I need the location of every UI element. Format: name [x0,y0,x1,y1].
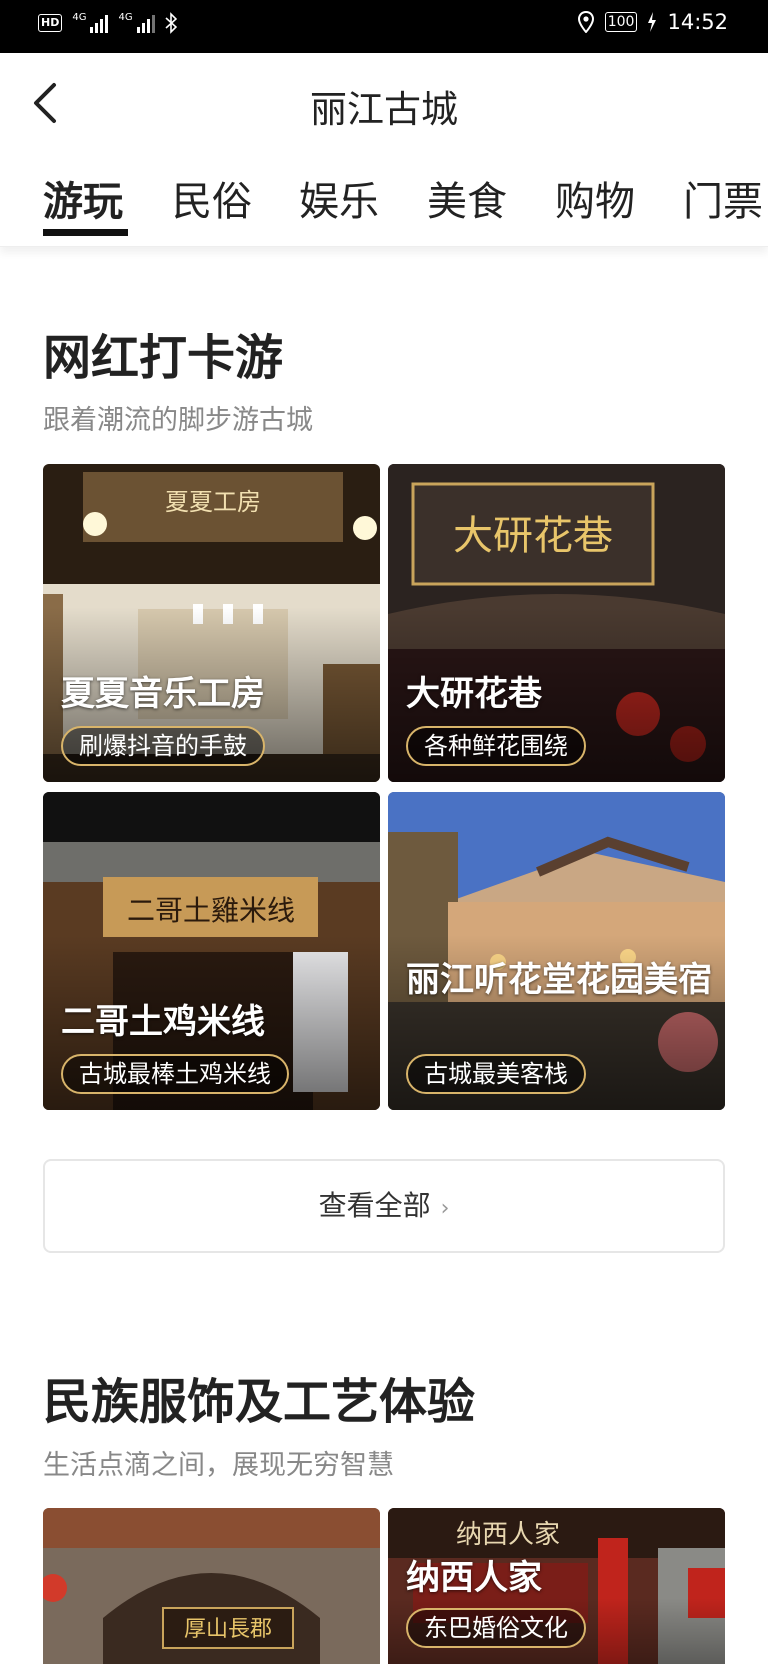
status-bar: HD 4G 4G 100 14:52 [0,0,768,53]
card-tag: 刷爆抖音的手鼓 [61,726,265,766]
card-tag: 东巴婚俗文化 [406,1608,586,1648]
section-subtitle: 生活点滴之间，展现无穷智慧 [43,1450,394,1481]
location-icon [577,11,594,33]
card-image: 厚山長郡 [43,1508,380,1664]
header: 丽江古城 [0,53,768,157]
chevron-right-icon: › [440,1196,450,1221]
bluetooth-icon [165,12,177,34]
card-tag: 各种鲜花围绕 [406,726,586,766]
card-title: 夏夏音乐工房 [61,674,265,714]
battery-icon: 100 [604,12,638,32]
tab-minsu[interactable]: 民俗 [172,169,252,227]
page-title: 丽江古城 [310,88,458,131]
active-tab-indicator [43,229,128,236]
charging-icon [648,12,657,32]
attraction-card[interactable]: 夏夏工房 夏夏音乐工房 刷爆抖音的手鼓 [43,464,380,782]
shop-sign-text: 纳西人家 [456,1520,560,1550]
attraction-card[interactable]: 二哥土雞米线 二哥土鸡米线 古城最棒土鸡米线 [43,792,380,1110]
network-type-1: 4G [72,11,87,23]
card-tag: 古城最棒土鸡米线 [61,1054,289,1094]
status-right: 100 14:52 [577,10,728,34]
tab-meishi[interactable]: 美食 [427,169,507,227]
network-type-2: 4G [118,11,133,23]
tab-youwan[interactable]: 游玩 [43,169,123,227]
section-title: 网红打卡游 [43,330,284,386]
clock: 14:52 [667,10,728,34]
section-subtitle: 跟着潮流的脚步游古城 [43,405,313,436]
attraction-card[interactable]: 厚山長郡 [43,1508,380,1664]
view-all-button[interactable]: 查看全部 › [43,1159,725,1253]
tab-menpiao[interactable]: 门票 [683,169,763,227]
attraction-card[interactable]: 丽江听花堂花园美宿 古城最美客栈 [388,792,725,1110]
card-title: 纳西人家 [406,1558,542,1598]
shop-sign-text: 大研花巷 [453,513,613,559]
section-title: 民族服饰及工艺体验 [43,1374,476,1430]
shop-sign-text: 夏夏工房 [165,488,261,516]
attraction-card[interactable]: 纳西人家 纳西人家 东巴婚俗文化 [388,1508,725,1664]
tab-yule[interactable]: 娱乐 [299,169,379,227]
card-title: 大研花巷 [406,674,542,714]
attraction-card[interactable]: 大研花巷 大研花巷 各种鲜花围绕 [388,464,725,782]
card-title: 丽江听花堂花园美宿 [406,960,712,1000]
status-left: HD 4G 4G [38,12,177,34]
shop-sign-text: 二哥土雞米线 [127,894,295,927]
card-tag: 古城最美客栈 [406,1054,586,1094]
view-all-label: 查看全部 [318,1189,431,1222]
card-title: 二哥土鸡米线 [61,1002,265,1042]
tab-gouwu[interactable]: 购物 [555,169,635,227]
category-tabs: 游玩 民俗 娱乐 美食 购物 门票 [0,157,768,247]
signal-icon-2 [136,13,155,33]
shop-sign-text: 厚山長郡 [184,1617,272,1642]
signal-icon [90,13,109,33]
hd-badge: HD [38,14,63,32]
